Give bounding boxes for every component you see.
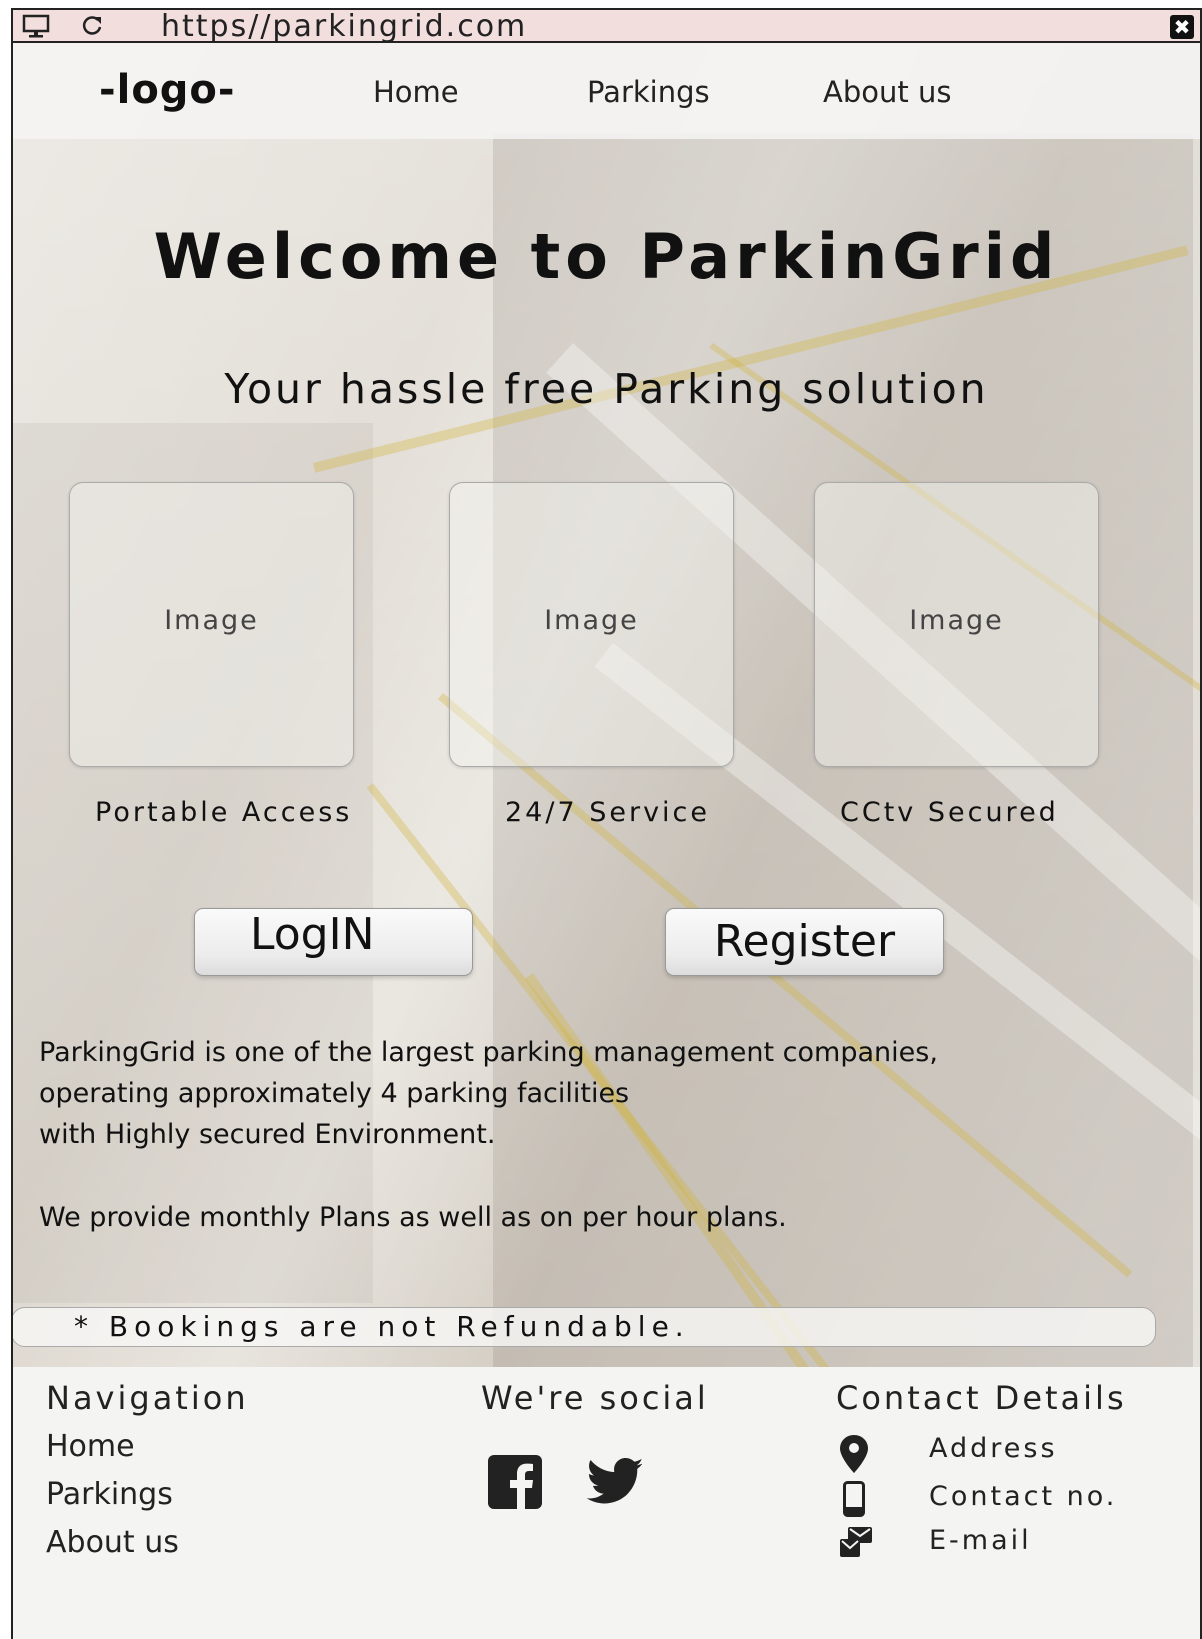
plans-paragraph: We provide monthly Plans as well as on p… xyxy=(39,1202,787,1233)
about-line: ParkingGrid is one of the largest parkin… xyxy=(39,1037,938,1068)
feature-caption-cctv: CCtv Secured xyxy=(840,797,1059,828)
top-navigation: -logo- Home Parkings About us xyxy=(13,43,1200,139)
feature-image-placeholder: Image xyxy=(449,482,734,767)
image-placeholder-label: Image xyxy=(544,605,639,636)
about-line: with Highly secured Environment. xyxy=(39,1119,496,1150)
about-line: operating approximately 4 parking facili… xyxy=(39,1078,630,1109)
refund-notice: * Bookings are not Refundable. xyxy=(13,1307,1156,1347)
feature-caption-service: 24/7 Service xyxy=(505,797,711,828)
feature-image-placeholder: Image xyxy=(69,482,354,767)
nav-home-link[interactable]: Home xyxy=(373,75,459,109)
browser-window: https//parkingrid.com ✖ -logo- Home Park… xyxy=(11,8,1202,1639)
refresh-icon[interactable] xyxy=(79,14,105,42)
register-button[interactable]: Register xyxy=(665,908,944,976)
facebook-icon[interactable] xyxy=(488,1455,542,1513)
footer-social-heading: We're social xyxy=(481,1379,709,1417)
site-footer: Navigation Home Parkings About us We're … xyxy=(13,1367,1200,1639)
feature-caption-portable-access: Portable Access xyxy=(95,797,353,828)
monitor-icon[interactable] xyxy=(22,14,50,42)
image-placeholder-label: Image xyxy=(909,605,1004,636)
feature-image-placeholder: Image xyxy=(814,482,1099,767)
nav-about-link[interactable]: About us xyxy=(823,75,951,109)
page-subtitle: Your hassle free Parking solution xyxy=(224,365,989,413)
close-icon[interactable]: ✖ xyxy=(1170,15,1194,39)
site-logo[interactable]: -logo- xyxy=(99,67,236,113)
footer-link-parkings[interactable]: Parkings xyxy=(46,1477,173,1512)
nav-parkings-link[interactable]: Parkings xyxy=(587,75,710,109)
footer-link-home[interactable]: Home xyxy=(46,1429,135,1464)
contact-address: Address xyxy=(929,1433,1058,1464)
contact-email: E-mail xyxy=(929,1525,1032,1556)
map-pin-icon xyxy=(840,1435,868,1477)
login-button[interactable]: LogIN xyxy=(194,908,473,976)
twitter-icon[interactable] xyxy=(586,1457,643,1513)
browser-toolbar: https//parkingrid.com ✖ xyxy=(13,10,1200,43)
mail-icon xyxy=(838,1527,876,1563)
footer-link-about[interactable]: About us xyxy=(46,1525,179,1560)
image-placeholder-label: Image xyxy=(164,605,259,636)
phone-icon xyxy=(843,1481,865,1521)
page-title: Welcome to ParkinGrid xyxy=(153,220,1060,293)
about-paragraph: ParkingGrid is one of the largest parkin… xyxy=(39,1032,1139,1155)
footer-contact-heading: Contact Details xyxy=(836,1379,1127,1417)
contact-phone: Contact no. xyxy=(929,1481,1118,1512)
address-bar[interactable]: https//parkingrid.com xyxy=(161,10,527,43)
footer-navigation-heading: Navigation xyxy=(46,1379,249,1417)
